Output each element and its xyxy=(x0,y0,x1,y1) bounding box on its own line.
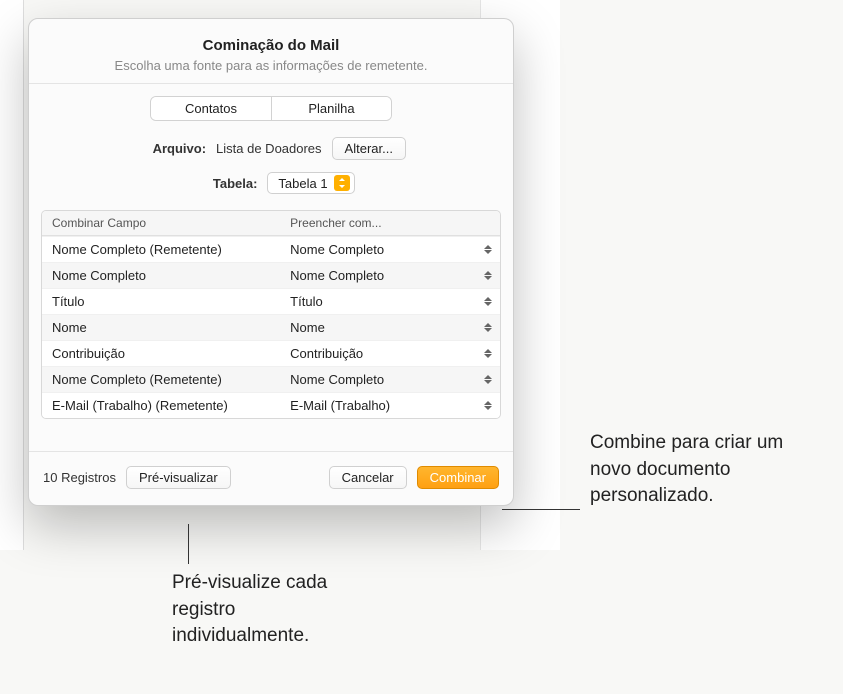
table-row: TítuloTítulo xyxy=(42,288,500,314)
table-row: Tabela: Tabela 1 xyxy=(29,172,513,194)
table-row: E-Mail (Trabalho) (Remetente)E-Mail (Tra… xyxy=(42,392,500,418)
fill-with-cell[interactable]: Nome Completo xyxy=(280,237,500,262)
merge-field-cell: E-Mail (Trabalho) (Remetente) xyxy=(42,393,280,418)
updown-icon xyxy=(482,294,494,310)
table-header: Combinar Campo Preencher com... xyxy=(42,211,500,236)
updown-icon xyxy=(482,242,494,258)
merge-field-cell: Título xyxy=(42,289,280,314)
record-count: 10 Registros xyxy=(43,470,116,485)
merge-field-cell: Nome Completo xyxy=(42,263,280,288)
col-merge-field: Combinar Campo xyxy=(42,211,280,235)
updown-icon xyxy=(482,398,494,414)
fill-with-cell[interactable]: E-Mail (Trabalho) xyxy=(280,393,500,418)
file-label: Arquivo: xyxy=(136,141,206,156)
merge-field-cell: Nome Completo (Remetente) xyxy=(42,237,280,262)
merge-field-cell: Contribuição xyxy=(42,341,280,366)
fill-with-cell[interactable]: Contribuição xyxy=(280,341,500,366)
tab-contacts[interactable]: Contatos xyxy=(151,97,271,120)
table-popup-value: Tabela 1 xyxy=(278,176,327,191)
table-row: Nome Completo (Remetente)Nome Completo xyxy=(42,366,500,392)
tab-spreadsheet[interactable]: Planilha xyxy=(271,97,391,120)
mail-merge-dialog: Cominação do Mail Escolha uma fonte para… xyxy=(28,18,514,506)
merge-field-cell: Nome xyxy=(42,315,280,340)
field-mapping-table: Combinar Campo Preencher com... Nome Com… xyxy=(41,210,501,419)
fill-with-cell[interactable]: Título xyxy=(280,289,500,314)
merge-field-cell: Nome Completo (Remetente) xyxy=(42,367,280,392)
table-row: NomeNome xyxy=(42,314,500,340)
callout-line-bottom xyxy=(188,524,189,564)
dialog-footer: 10 Registros Pré-visualizar Cancelar Com… xyxy=(29,451,513,505)
segmented-control: Contatos Planilha xyxy=(150,96,392,121)
fill-with-cell[interactable]: Nome xyxy=(280,315,500,340)
table-row: Nome Completo (Remetente)Nome Completo xyxy=(42,236,500,262)
preview-button[interactable]: Pré-visualizar xyxy=(126,466,231,489)
table-popup[interactable]: Tabela 1 xyxy=(267,172,354,194)
updown-icon xyxy=(482,372,494,388)
dialog-title: Cominação do Mail xyxy=(49,37,493,54)
fill-with-cell[interactable]: Nome Completo xyxy=(280,367,500,392)
col-fill-with: Preencher com... xyxy=(280,211,500,235)
table-body: Nome Completo (Remetente)Nome CompletoNo… xyxy=(42,236,500,418)
updown-icon xyxy=(482,320,494,336)
dialog-header: Cominação do Mail Escolha uma fonte para… xyxy=(29,19,513,84)
table-row: ContribuiçãoContribuição xyxy=(42,340,500,366)
updown-icon xyxy=(482,268,494,284)
callout-right: Combine para criar um novo documento per… xyxy=(590,430,820,510)
updown-icon xyxy=(482,346,494,362)
file-value: Lista de Doadores xyxy=(216,141,322,156)
callout-bottom: Pré-visualize cada registro individualme… xyxy=(172,570,372,650)
dialog-subtitle: Escolha uma fonte para as informações de… xyxy=(49,58,493,73)
table-label: Tabela: xyxy=(187,176,257,191)
source-tabs: Contatos Planilha xyxy=(29,84,513,131)
file-row: Arquivo: Lista de Doadores Alterar... xyxy=(29,137,513,160)
updown-icon xyxy=(334,175,350,191)
cancel-button[interactable]: Cancelar xyxy=(329,466,407,489)
table-row: Nome CompletoNome Completo xyxy=(42,262,500,288)
merge-button[interactable]: Combinar xyxy=(417,466,499,489)
fill-with-cell[interactable]: Nome Completo xyxy=(280,263,500,288)
callout-line-right xyxy=(502,509,580,510)
change-file-button[interactable]: Alterar... xyxy=(332,137,406,160)
